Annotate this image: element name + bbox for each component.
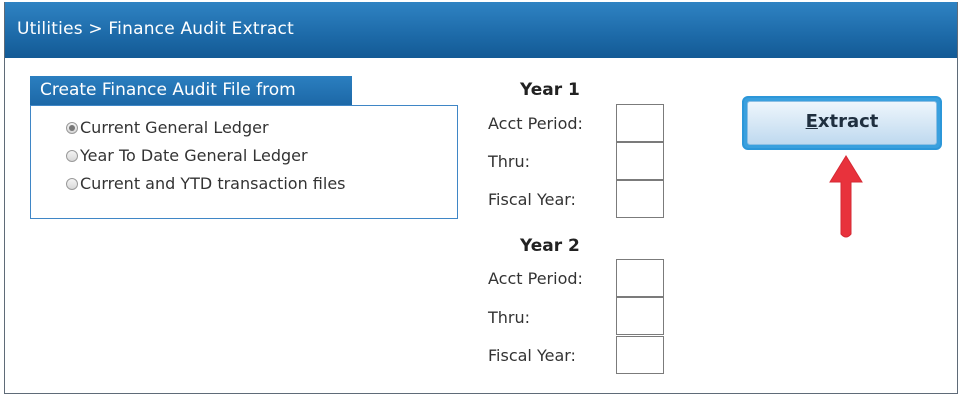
extract-button[interactable]: Extract — [742, 96, 942, 150]
radio-option-ytd-gl[interactable]: Year To Date General Ledger — [66, 146, 308, 165]
year1-acct-period-input[interactable] — [616, 104, 664, 142]
year2-thru-label: Thru: — [488, 308, 531, 327]
year2-title: Year 2 — [520, 236, 580, 256]
radio-label: Current General Ledger — [80, 118, 269, 137]
extract-label-rest: xtract — [817, 111, 879, 132]
page-title: Utilities > Finance Audit Extract — [17, 19, 294, 39]
year2-thru-input[interactable] — [616, 297, 664, 335]
radio-button-selected[interactable] — [66, 121, 78, 134]
year1-fiscal-year-input[interactable] — [616, 180, 664, 218]
radio-label: Year To Date General Ledger — [80, 146, 308, 165]
year2-fiscal-year-label: Fiscal Year: — [488, 346, 576, 365]
year2-fiscal-year-input[interactable] — [616, 336, 664, 374]
source-group-header: Create Finance Audit File from — [30, 76, 352, 106]
year2-acct-period-input[interactable] — [616, 259, 664, 297]
radio-label: Current and YTD transaction files — [80, 174, 346, 193]
title-bar: Utilities > Finance Audit Extract — [5, 2, 957, 58]
extract-accesskey: E — [805, 111, 818, 132]
year1-acct-period-label: Acct Period: — [488, 114, 583, 133]
year1-title: Year 1 — [520, 80, 580, 100]
year1-thru-input[interactable] — [616, 142, 664, 180]
red-arrow-icon — [829, 155, 863, 238]
year1-thru-label: Thru: — [488, 152, 531, 171]
year1-fiscal-year-label: Fiscal Year: — [488, 190, 576, 209]
radio-option-current-ytd-files[interactable]: Current and YTD transaction files — [66, 174, 346, 193]
extract-button-label: Extract — [747, 101, 937, 145]
year2-acct-period-label: Acct Period: — [488, 269, 583, 288]
radio-button[interactable] — [66, 177, 78, 190]
radio-option-current-gl[interactable]: Current General Ledger — [66, 118, 269, 137]
radio-button[interactable] — [66, 149, 78, 162]
